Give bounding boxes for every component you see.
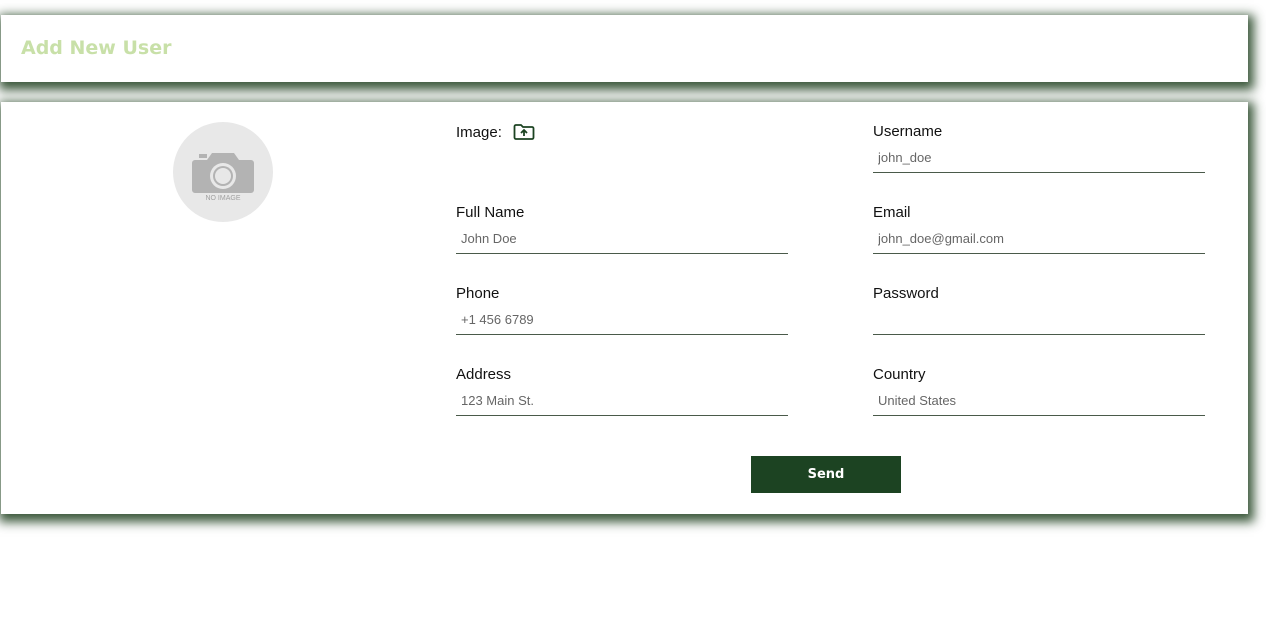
email-field-group: Email xyxy=(873,203,1205,254)
image-upload-row: Image: xyxy=(456,123,535,141)
no-image-caption: NO IMAGE xyxy=(205,195,240,202)
address-input[interactable] xyxy=(456,385,788,416)
username-field-group: Username xyxy=(873,122,1205,173)
country-label: Country xyxy=(873,366,926,383)
folder-upload-icon[interactable] xyxy=(513,123,535,141)
password-input[interactable] xyxy=(873,304,1205,335)
new-user-form: NO IMAGE Image: Username Full Name Email… xyxy=(1,102,1248,514)
email-label: Email xyxy=(873,204,911,221)
username-label: Username xyxy=(873,123,943,140)
address-label: Address xyxy=(456,366,512,383)
camera-icon: NO IMAGE xyxy=(192,153,254,202)
address-field-group: Address xyxy=(456,365,788,416)
password-label: Password xyxy=(873,285,939,302)
header-card: Add New User xyxy=(1,15,1248,82)
avatar-placeholder: NO IMAGE xyxy=(173,122,273,222)
password-field-group: Password xyxy=(873,284,1205,335)
country-field-group: Country xyxy=(873,365,1205,416)
full-name-field-group: Full Name xyxy=(456,203,788,254)
phone-field-group: Phone xyxy=(456,284,788,335)
username-input[interactable] xyxy=(873,142,1205,173)
image-label: Image: xyxy=(456,123,502,141)
full-name-label: Full Name xyxy=(456,204,525,221)
email-input[interactable] xyxy=(873,223,1205,254)
full-name-input[interactable] xyxy=(456,223,788,254)
country-input[interactable] xyxy=(873,385,1205,416)
phone-label: Phone xyxy=(456,285,500,302)
page-title: Add New User xyxy=(21,37,172,59)
send-button[interactable]: Send xyxy=(751,456,901,493)
phone-input[interactable] xyxy=(456,304,788,335)
